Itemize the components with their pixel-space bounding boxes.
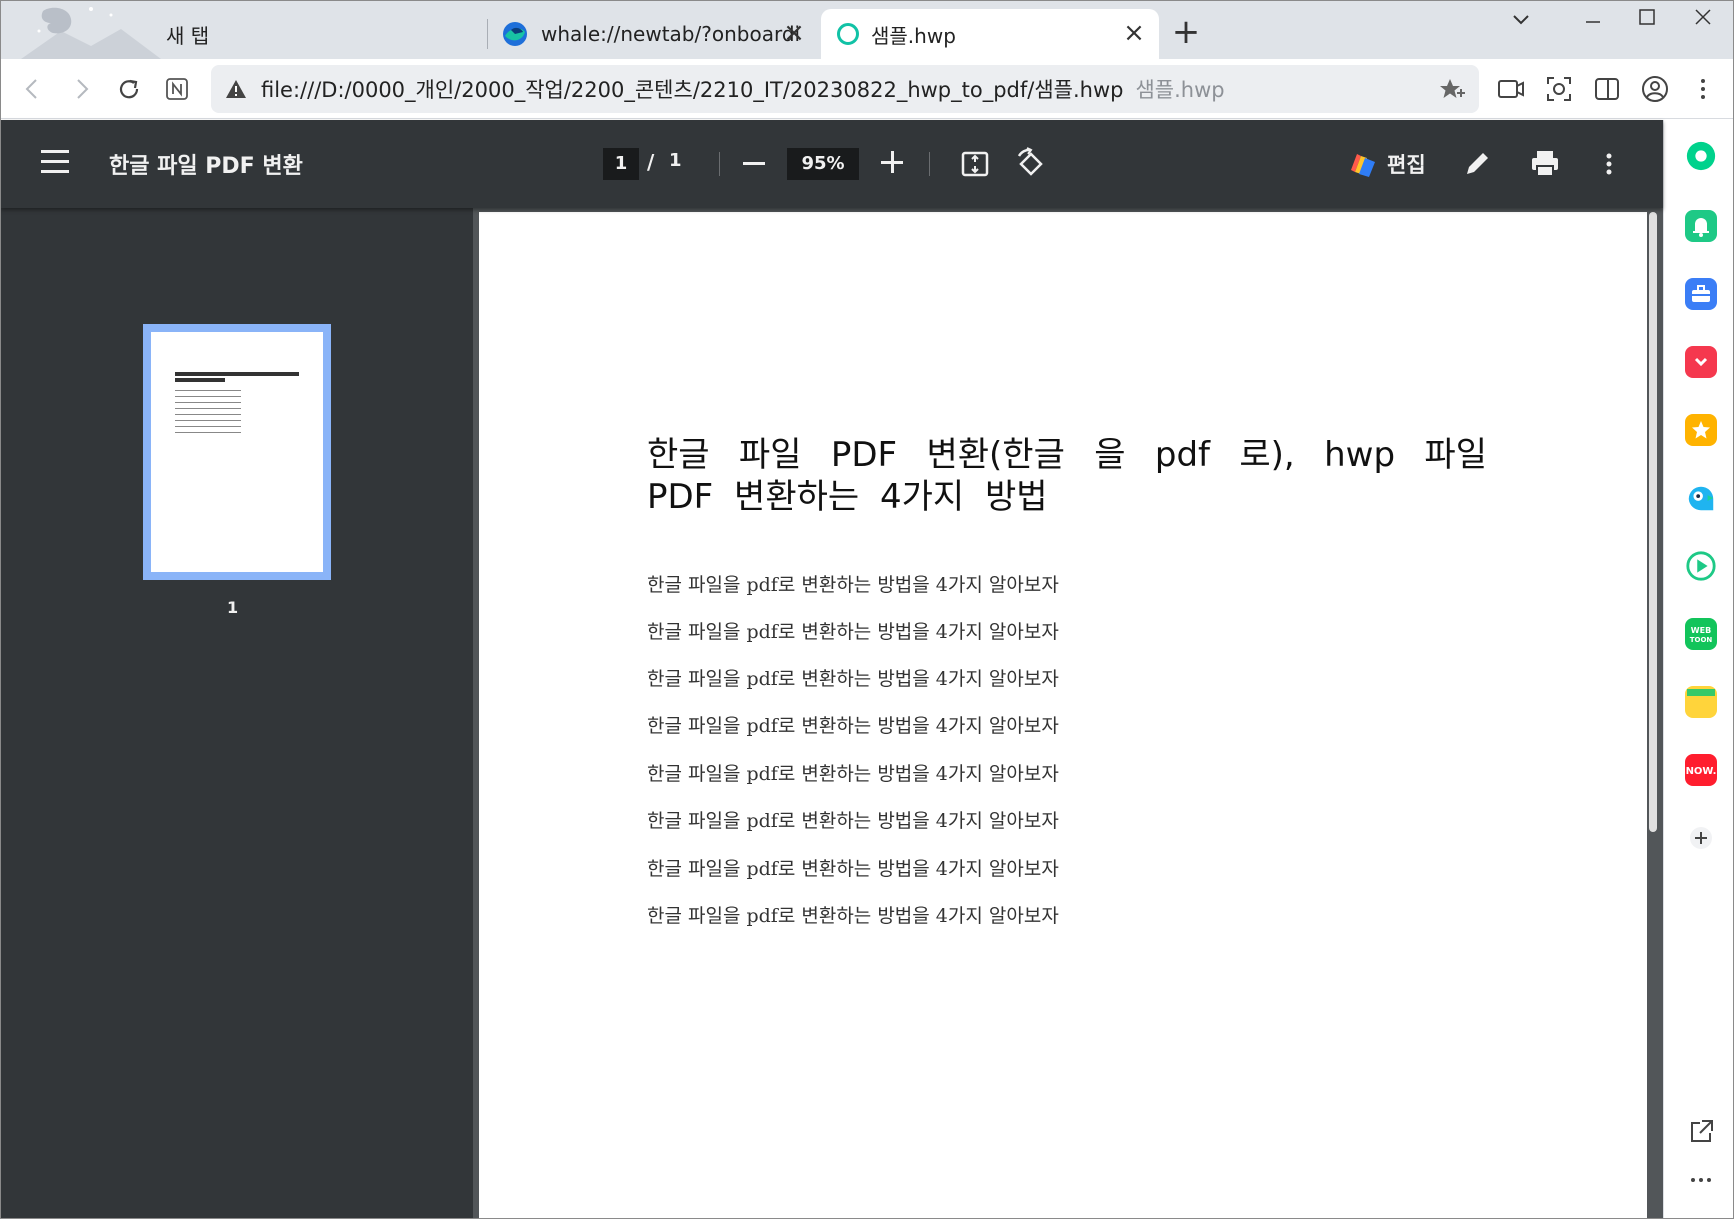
play-icon[interactable] — [1685, 550, 1717, 582]
edit-button[interactable]: 편집 — [1347, 146, 1426, 182]
svg-text:TOON: TOON — [1690, 636, 1713, 644]
document-line: 한글 파일을 pdf로 변환하는 방법을 4가지 알아보자 — [647, 810, 1059, 832]
document-scrollbar[interactable] — [1649, 212, 1657, 832]
tab-new[interactable]: 새 탭 — [161, 9, 481, 59]
maximize-button[interactable] — [1627, 5, 1667, 35]
reload-button[interactable] — [111, 71, 147, 107]
tab-sample-hwp[interactable]: 샘플.hwp × — [821, 9, 1159, 59]
bell-icon[interactable] — [1685, 210, 1717, 242]
capture-icon[interactable] — [1543, 73, 1575, 105]
address-bar[interactable]: file:///D:/0000_개인/2000_작업/2200_콘텐츠/2210… — [211, 65, 1479, 113]
document-line: 한글 파일을 pdf로 변환하는 방법을 4가지 알아보자 — [647, 858, 1059, 880]
star-icon[interactable] — [1685, 414, 1717, 446]
toolbar-divider — [719, 152, 720, 176]
pocket-icon[interactable] — [1685, 346, 1717, 378]
document-line: 한글 파일을 pdf로 변환하는 방법을 4가지 알아보자 — [647, 715, 1059, 737]
open-external-icon[interactable] — [1685, 1116, 1717, 1148]
memo-icon[interactable] — [1685, 686, 1717, 718]
browser-toolbar: file:///D:/0000_개인/2000_작업/2200_콘텐츠/2210… — [1, 59, 1733, 119]
more-options-icon[interactable] — [1591, 146, 1627, 182]
sidebar-more-icon[interactable] — [1685, 1164, 1717, 1196]
address-hint: 샘플.hwp — [1135, 78, 1225, 102]
now-icon[interactable]: NOW. — [1685, 754, 1717, 786]
forward-button[interactable] — [63, 71, 99, 107]
toolbar-divider — [929, 152, 930, 176]
naver-n-icon — [166, 78, 188, 100]
whale-favicon-icon — [503, 22, 527, 46]
print-icon[interactable] — [1527, 146, 1563, 182]
green-ring-icon[interactable] — [1685, 140, 1717, 172]
thumbnail-page-number: 1 — [227, 598, 239, 617]
pencil-icon[interactable] — [1459, 146, 1495, 182]
profile-icon[interactable] — [1639, 73, 1671, 105]
tab-strip: 새 탭 whale://newtab/?onboarding × 샘플.hwp … — [1, 1, 1733, 59]
back-button[interactable] — [15, 71, 51, 107]
pdf-viewer: 한글 파일 PDF 변환 1 / 1 95% 편집 1 한글 파일 PDF 변환… — [1, 120, 1663, 1218]
document-line: 한글 파일을 pdf로 변환하는 방법을 4가지 알아보자 — [647, 621, 1059, 643]
back-arrow-icon — [25, 79, 37, 99]
new-tab-button[interactable]: + — [1171, 15, 1201, 49]
fit-page-icon[interactable] — [957, 146, 993, 182]
papago-icon[interactable] — [1685, 482, 1717, 514]
tab-label: 새 탭 — [166, 23, 210, 48]
document-line: 한글 파일을 pdf로 변환하는 방법을 4가지 알아보자 — [647, 905, 1059, 927]
document-title: 한글 파일 PDF 변환(한글 을 pdf 로), hwp 파일 PDF 변환하… — [647, 435, 1487, 517]
tab-label: whale://newtab/?onboarding — [541, 22, 801, 46]
tab-whale-newtab[interactable]: whale://newtab/?onboarding × — [495, 9, 819, 59]
close-window-button[interactable] — [1683, 5, 1723, 35]
split-view-icon[interactable] — [1591, 73, 1623, 105]
browser-window: 새 탭 whale://newtab/?onboarding × 샘플.hwp … — [0, 0, 1734, 1219]
page-total: 1 — [669, 150, 682, 171]
whale-sidebar: WEB TOON NOW. — [1663, 120, 1733, 1218]
tab-list-chevron-icon[interactable] — [1501, 5, 1541, 35]
add-icon[interactable] — [1685, 822, 1717, 854]
thumbnail-sidebar: 1 — [1, 208, 473, 1218]
forward-arrow-icon — [77, 79, 89, 99]
tab-divider — [487, 19, 488, 49]
webtoon-icon[interactable]: WEB TOON — [1685, 618, 1717, 650]
edit-brand-icon — [1351, 154, 1375, 177]
address-url: file:///D:/0000_개인/2000_작업/2200_콘텐츠/2210… — [261, 78, 1124, 102]
page-number-input[interactable]: 1 — [603, 148, 639, 180]
svg-text:NOW.: NOW. — [1686, 766, 1716, 777]
document-area[interactable]: 한글 파일 PDF 변환(한글 을 pdf 로), hwp 파일 PDF 변환하… — [473, 208, 1663, 1218]
minimize-button[interactable] — [1573, 5, 1613, 35]
video-icon[interactable] — [1495, 73, 1527, 105]
zoom-level-input[interactable]: 95% — [787, 148, 859, 180]
close-tab-icon[interactable]: × — [1121, 20, 1147, 47]
reload-icon — [119, 79, 139, 99]
zoom-out-button[interactable] — [743, 162, 765, 165]
edit-label: 편집 — [1387, 153, 1426, 177]
svg-text:WEB: WEB — [1691, 626, 1711, 635]
zoom-in-button[interactable] — [881, 150, 905, 174]
hamburger-menu-icon[interactable] — [41, 150, 69, 174]
more-menu-icon[interactable] — [1687, 73, 1719, 105]
rotate-icon[interactable] — [1013, 146, 1049, 182]
pdf-title: 한글 파일 PDF 변환 — [109, 154, 303, 179]
close-tab-icon[interactable]: × — [781, 20, 807, 47]
naver-home-button[interactable] — [159, 71, 195, 107]
whale-logo-icon — [21, 1, 161, 59]
document-line: 한글 파일을 pdf로 변환하는 방법을 4가지 알아보자 — [647, 574, 1059, 596]
pdf-toolbar: 한글 파일 PDF 변환 1 / 1 95% 편집 — [1, 120, 1663, 208]
ring-favicon-icon — [837, 23, 859, 45]
document-page: 한글 파일 PDF 변환(한글 을 pdf 로), hwp 파일 PDF 변환하… — [479, 212, 1647, 1218]
briefcase-icon[interactable] — [1685, 278, 1717, 310]
page-separator: / — [647, 150, 655, 174]
warning-icon — [226, 80, 246, 98]
tab-label: 샘플.hwp — [871, 23, 956, 48]
page-thumbnail[interactable] — [143, 324, 331, 580]
document-line: 한글 파일을 pdf로 변환하는 방법을 4가지 알아보자 — [647, 668, 1059, 690]
bookmark-star-icon[interactable] — [1439, 77, 1465, 103]
thumbnail-page — [151, 332, 323, 572]
document-line: 한글 파일을 pdf로 변환하는 방법을 4가지 알아보자 — [647, 763, 1059, 785]
